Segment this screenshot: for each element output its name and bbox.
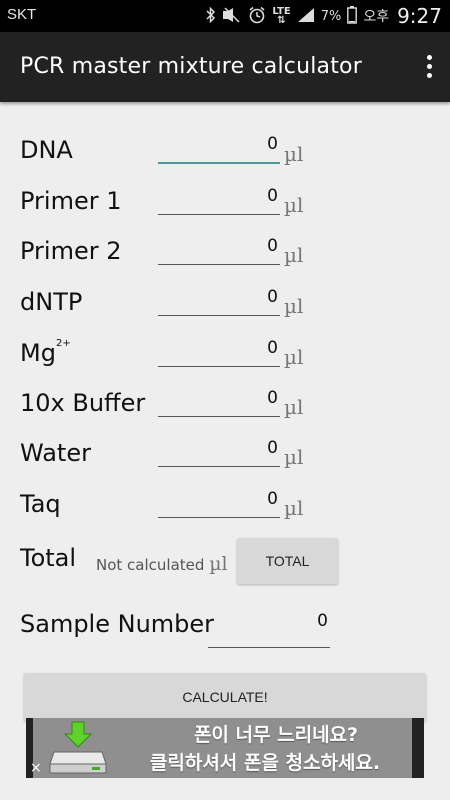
water-input[interactable] (158, 435, 280, 467)
ingredient-label: Mg2+ (20, 338, 71, 367)
ingredient-row-water: Water µl (0, 435, 450, 475)
calculate-button[interactable]: CALCULATE! (24, 673, 426, 721)
app-bar: PCR master mixture calculator (0, 32, 450, 102)
ingredient-row-dna: DNA µl (0, 132, 450, 172)
ad-banner[interactable]: 폰이 너무 느리네요? 클릭하셔서 폰을 청소하세요. × (26, 718, 424, 778)
total-label: Total (20, 544, 77, 572)
ingredient-row-primer-1: Primer 1 µl (0, 183, 450, 223)
ingredient-label: dNTP (20, 288, 83, 316)
total-unit: µl (209, 553, 228, 575)
total-button[interactable]: TOTAL (237, 538, 338, 584)
primer-1-input[interactable] (158, 183, 280, 215)
ad-subline: 클릭하셔서 폰을 청소하세요. (149, 752, 381, 774)
mg-input[interactable] (158, 335, 280, 367)
unit-label: µl (284, 193, 304, 217)
unit-label: µl (284, 345, 304, 369)
mg-superscript: 2+ (55, 338, 71, 349)
unit-label: µl (284, 445, 304, 469)
unit-label: µl (284, 395, 304, 419)
clock-time: 9:27 (397, 4, 442, 28)
ingredient-row-buffer: 10x Buffer µl (0, 385, 450, 425)
battery-icon (347, 5, 358, 27)
mute-icon (222, 6, 242, 26)
sample-number-row: Sample Number (0, 606, 450, 650)
signal-icon (297, 7, 315, 26)
alarm-icon (248, 6, 266, 27)
ingredient-row-taq: Taq µl (0, 486, 450, 526)
taq-input[interactable] (158, 486, 280, 518)
app-title: PCR master mixture calculator (20, 54, 362, 79)
battery-percent: 7% (320, 8, 342, 24)
sample-number-input[interactable] (208, 606, 330, 648)
dna-input[interactable] (158, 132, 280, 164)
ingredient-label: Primer 2 (20, 237, 122, 265)
unit-label: µl (284, 496, 304, 520)
lte-icon: LTE ⇅ (272, 6, 291, 26)
unit-label: µl (284, 243, 304, 267)
ad-headline: 폰이 너무 느리네요? (193, 724, 359, 746)
carrier-name: SKT (7, 6, 37, 23)
am-pm: 오후 (363, 9, 390, 25)
ingredient-label: Water (20, 439, 91, 467)
status-bar: SKT LTE ⇅ 7% 오후 9:27 (0, 0, 450, 32)
ingredient-label: 10x Buffer (20, 389, 146, 417)
primer-2-input[interactable] (158, 233, 280, 265)
status-icons: LTE ⇅ 7% 오후 9:27 (206, 3, 442, 29)
total-row: Total Not calculated µl TOTAL (0, 538, 450, 586)
sample-number-label: Sample Number (20, 610, 215, 638)
bluetooth-icon (206, 6, 216, 26)
buffer-input[interactable] (158, 385, 280, 417)
unit-label: µl (284, 294, 304, 318)
total-value: Not calculated µl (96, 553, 228, 575)
ingredient-row-mg: Mg2+ µl (0, 335, 450, 375)
total-value-text: Not calculated (96, 556, 205, 574)
network-type: LTE (272, 6, 291, 17)
ingredient-row-primer-2: Primer 2 µl (0, 233, 450, 273)
ingredient-row-dntp: dNTP µl (0, 284, 450, 324)
drive-download-icon (49, 721, 107, 774)
overflow-menu-icon[interactable] (422, 52, 436, 82)
ingredient-label: Taq (20, 490, 61, 518)
mg-label: Mg (20, 339, 56, 367)
ingredient-label: DNA (20, 136, 73, 164)
ad-close-icon[interactable]: × (30, 760, 44, 776)
ingredient-label: Primer 1 (20, 187, 122, 215)
unit-label: µl (284, 142, 304, 166)
dntp-input[interactable] (158, 284, 280, 316)
